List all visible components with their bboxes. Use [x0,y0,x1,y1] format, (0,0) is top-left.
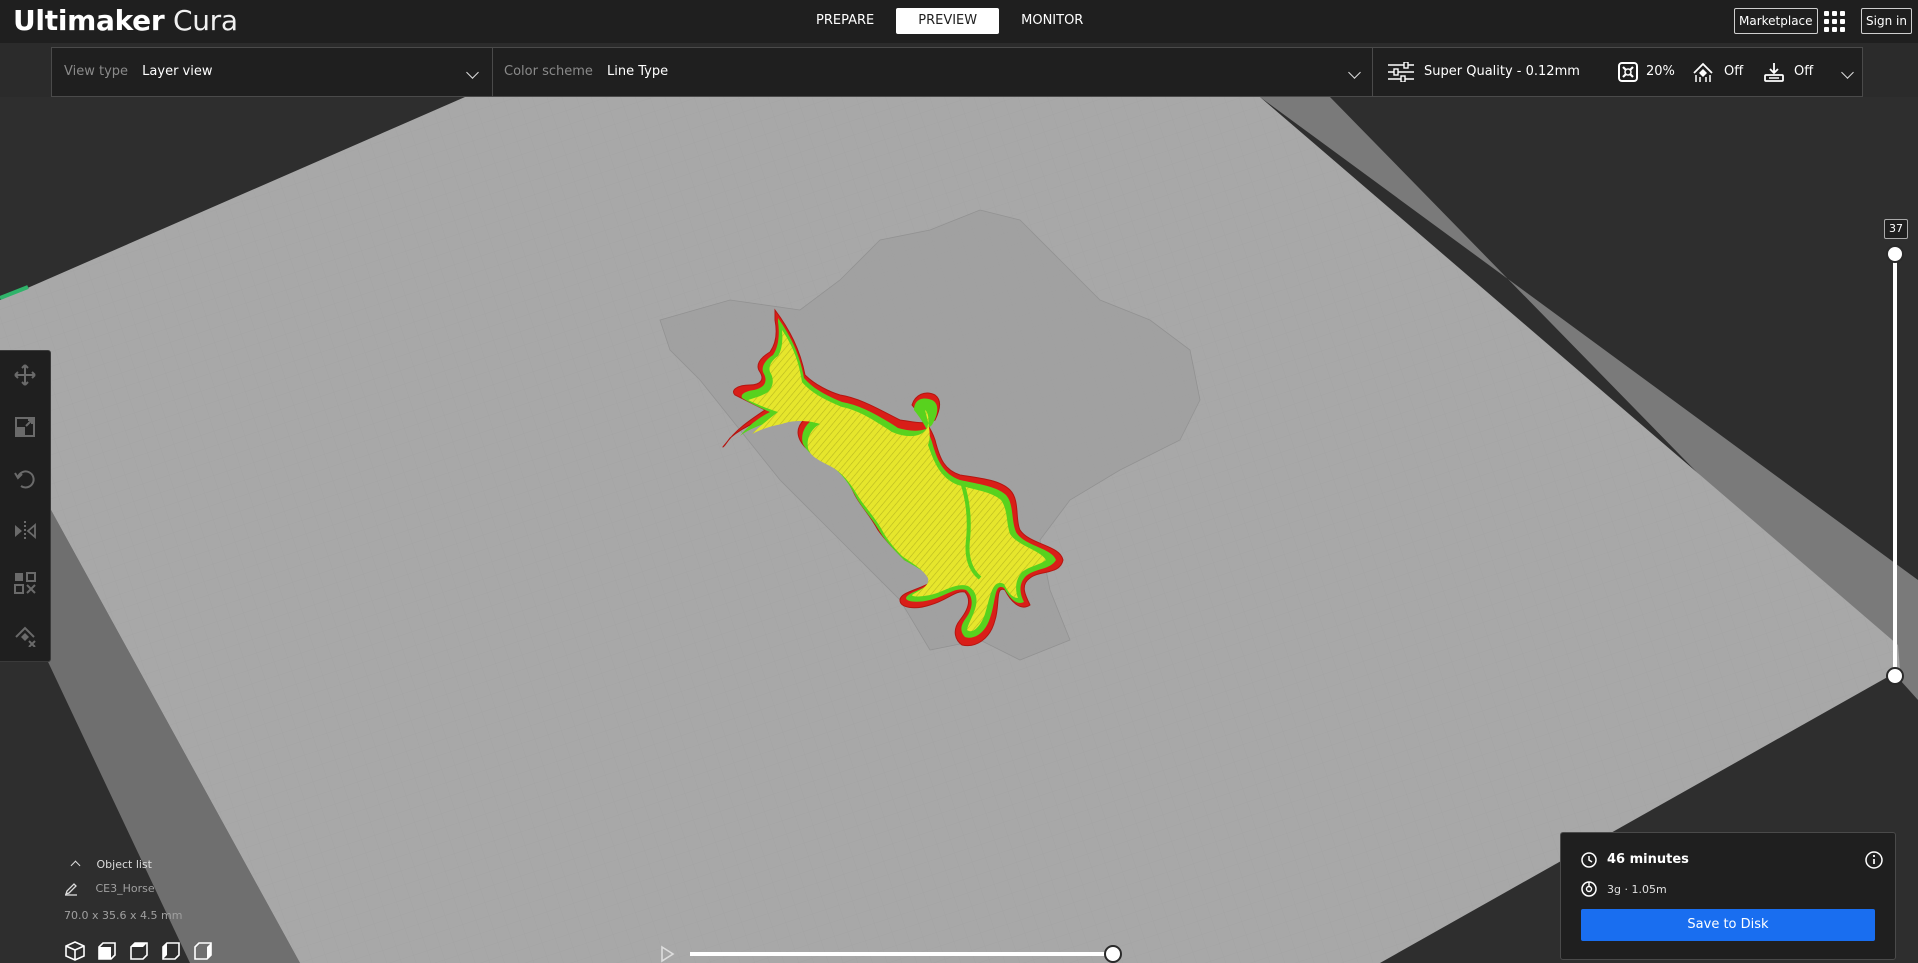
tab-preview[interactable]: PREVIEW [896,8,1000,34]
filament-spool-icon [1581,881,1597,897]
marketplace-button[interactable]: Marketplace [1734,8,1818,34]
layer-number-badge[interactable]: 37 [1884,219,1908,239]
infill-setting[interactable]: 20% [1618,48,1675,96]
divider [1372,48,1373,96]
layer-slider-track[interactable] [1893,254,1897,676]
layer-slider-bottom-handle[interactable] [1886,667,1904,685]
adhesion-value: Off [1794,64,1814,79]
move-icon[interactable] [13,363,37,387]
logo-light: Cura [172,4,238,37]
chevron-down-icon[interactable] [1841,66,1854,79]
tab-prepare[interactable]: PREPARE [800,8,890,34]
support-blocker-icon[interactable] [13,623,37,647]
stage-tabs: PREPARE PREVIEW MONITOR [800,8,1105,34]
scale-icon[interactable] [13,415,37,439]
adhesion-setting[interactable]: Off [1764,48,1813,96]
object-name: CE3_Horse [95,882,155,895]
infill-value: 20% [1646,64,1675,79]
material-usage: 3g · 1.05m [1607,883,1667,896]
clock-icon [1581,852,1597,868]
divider [492,48,493,96]
tool-panel [0,350,51,662]
save-to-disk-button[interactable]: Save to Disk [1581,909,1875,941]
info-icon[interactable] [1865,851,1883,869]
print-profile-value: Super Quality - 0.12mm [1424,64,1580,79]
play-icon[interactable] [658,945,676,963]
support-icon [1693,62,1713,82]
right-view-icon[interactable] [192,940,214,962]
support-value: Off [1724,64,1744,79]
view-type-dropdown[interactable]: View type Layer view [64,48,484,96]
path-slider-handle[interactable] [1104,945,1122,963]
settings-sliders-icon [1388,62,1414,82]
camera-view-buttons [64,940,214,962]
per-model-settings-icon[interactable] [13,571,37,595]
color-scheme-dropdown[interactable]: Color scheme Line Type [504,48,1404,96]
rotate-icon[interactable] [13,467,37,491]
view-type-label: View type [64,64,129,79]
object-name-row[interactable]: CE3_Horse [64,882,155,896]
sign-in-button[interactable]: Sign in [1861,8,1912,34]
path-slider-track[interactable] [690,952,1110,956]
header-bar: Ultimaker Cura PREPARE PREVIEW MONITOR M… [0,0,1918,43]
print-time: 46 minutes [1607,852,1689,867]
view-settings-bar: View type Layer view Color scheme Line T… [51,47,1863,97]
view-type-value: Layer view [142,64,213,79]
object-list-toggle[interactable]: Object list [64,858,152,871]
logo-bold: Ultimaker [13,4,165,37]
adhesion-icon [1764,63,1784,82]
object-dimensions: 70.0 x 35.6 x 4.5 mm [64,909,183,922]
object-list-label: Object list [96,858,152,871]
top-view-icon[interactable] [128,940,150,962]
pencil-icon [64,883,77,896]
apps-grid-icon[interactable] [1824,11,1845,32]
support-setting[interactable]: Off [1692,48,1743,96]
tab-monitor[interactable]: MONITOR [1005,8,1099,34]
print-summary-panel: 46 minutes 3g · 1.05m Save to Disk [1560,832,1896,960]
3d-view-icon[interactable] [64,940,86,962]
mirror-icon[interactable] [13,519,37,543]
left-view-icon[interactable] [160,940,182,962]
front-view-icon[interactable] [96,940,118,962]
app-logo: Ultimaker Cura [13,4,238,37]
layer-slider-top-handle[interactable] [1886,245,1904,263]
chevron-up-icon [70,860,81,871]
color-scheme-value: Line Type [607,64,669,79]
color-scheme-label: Color scheme [504,64,593,79]
infill-icon [1618,62,1638,82]
print-profile-selector[interactable]: Super Quality - 0.12mm [1388,48,1580,96]
